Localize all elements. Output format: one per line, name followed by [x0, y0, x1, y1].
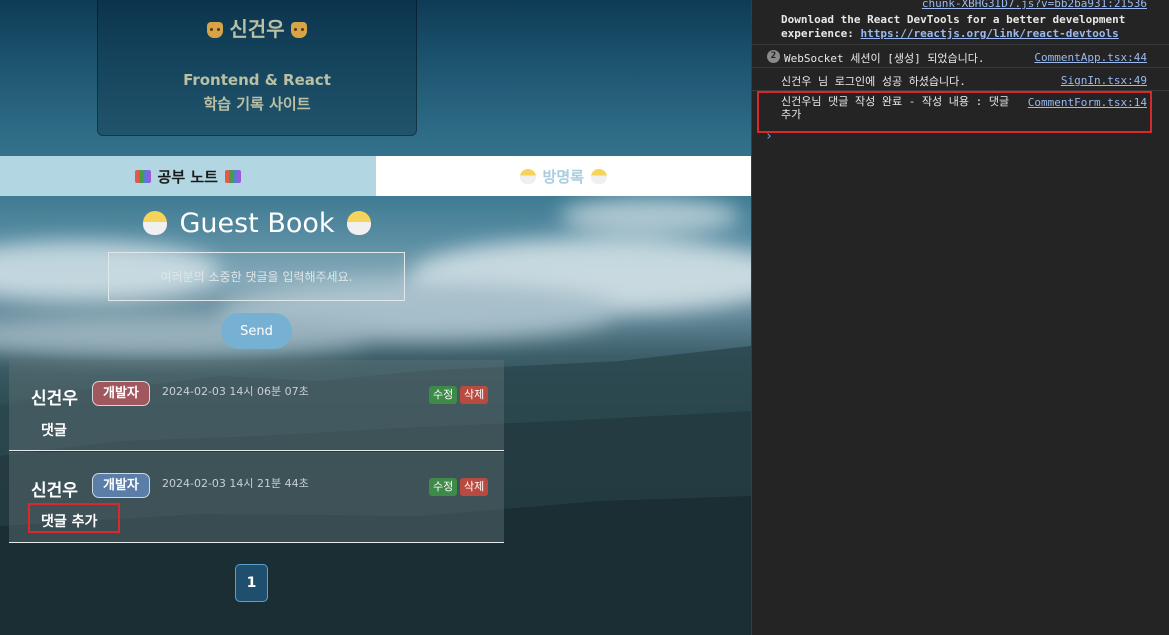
site-subtitle-1: Frontend & React	[183, 71, 331, 89]
devtools-link[interactable]: https://reactjs.org/link/react-devtools	[860, 27, 1118, 40]
console-divider	[752, 67, 1169, 68]
annotation-highlight-box	[757, 91, 1152, 133]
main-tabs: 공부 노트 방명록	[0, 156, 751, 196]
books-icon	[134, 169, 151, 183]
delete-button[interactable]: 삭제	[460, 478, 489, 496]
console-source-link[interactable]: chunk-XBHG3ID7.js?v=bb2ba931:21536	[922, 0, 1147, 10]
comment-input[interactable]	[108, 252, 405, 301]
tab-study-notes[interactable]: 공부 노트	[0, 156, 376, 196]
comment-date: 2024-02-03 14시 06분 07초	[162, 385, 309, 398]
comment-item: 신건우 개발자 2024-02-03 14시 06분 07초 수정 삭제 댓글	[9, 360, 504, 451]
tab-guestbook[interactable]: 방명록	[375, 156, 751, 196]
delete-button[interactable]: 삭제	[460, 386, 489, 404]
cat-face-icon	[207, 22, 224, 38]
edit-button[interactable]: 수정	[429, 478, 458, 496]
guestbook-title: Guest Book	[0, 208, 514, 239]
cat-face-icon	[290, 22, 307, 38]
console-log-message: 신건우 님 로그인에 성공 하셨습니다.	[781, 75, 966, 88]
site-subtitle-2: 학습 기록 사이트	[203, 95, 311, 113]
comment-body: 댓글 추가	[41, 514, 98, 530]
pagination-page-button[interactable]: 1	[235, 564, 268, 602]
tab-guestbook-label: 방명록	[542, 167, 584, 186]
hatching-chick-icon	[519, 168, 536, 184]
site-header-card: 신건우 Frontend & React 학습 기록 사이트	[97, 0, 417, 136]
console-source-link[interactable]: SignIn.tsx:49	[1061, 74, 1147, 87]
guestbook-app: 신건우 Frontend & React 학습 기록 사이트 공부 노트 방명록…	[0, 0, 751, 635]
console-source-link[interactable]: CommentApp.tsx:44	[1034, 51, 1147, 64]
owner-name-text: 신건우	[229, 17, 285, 41]
hatching-chick-icon	[346, 211, 371, 235]
hatching-chick-icon	[590, 168, 607, 184]
comment-author: 신건우	[31, 481, 78, 501]
edit-button[interactable]: 수정	[429, 386, 458, 404]
repeat-count-badge: 2	[767, 50, 780, 63]
books-icon	[224, 169, 241, 183]
comment-date: 2024-02-03 14시 21분 44초	[162, 477, 309, 490]
comment-body: 댓글	[41, 423, 67, 439]
role-badge: 개발자	[92, 473, 150, 498]
console-divider	[752, 44, 1169, 45]
hatching-chick-icon	[143, 211, 168, 235]
role-badge: 개발자	[92, 381, 150, 406]
send-button[interactable]: Send	[221, 313, 292, 349]
tab-study-notes-label: 공부 노트	[157, 167, 218, 186]
guestbook-title-text: Guest Book	[179, 208, 335, 239]
comment-item: 신건우 개발자 2024-02-03 14시 21분 44초 수정 삭제 댓글 …	[9, 452, 504, 543]
comment-author: 신건우	[31, 389, 78, 409]
console-log-message: WebSocket 세션이 [생성] 되었습니다.	[784, 52, 985, 65]
site-owner-name: 신건우	[98, 13, 416, 42]
react-devtools-message: Download the React DevTools for a better…	[781, 13, 1151, 41]
